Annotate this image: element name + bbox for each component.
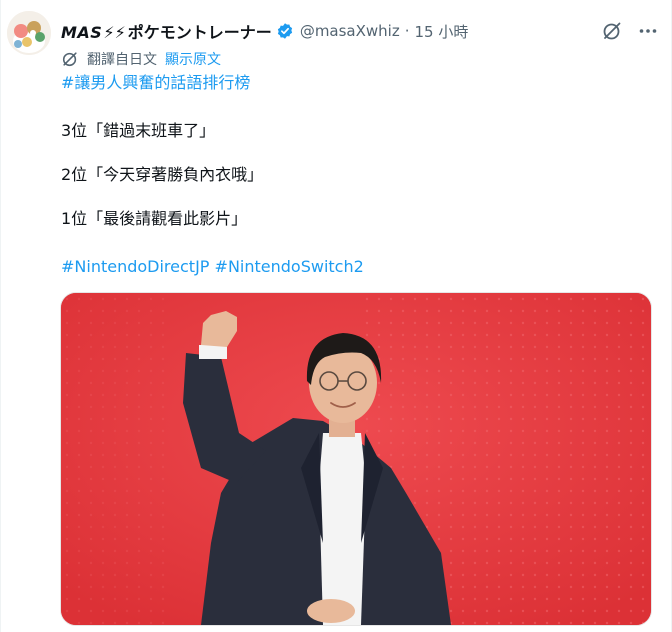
frame-left-border bbox=[0, 0, 1, 632]
hashtag-ranking[interactable]: #讓男人興奮的話語排行榜 bbox=[61, 73, 250, 92]
author-name-jp: ポケモントレーナー bbox=[127, 23, 272, 42]
verified-badge-icon[interactable] bbox=[276, 22, 294, 40]
author-display-name[interactable]: MAS⚡⚡ ポケモントレーナー bbox=[61, 19, 272, 43]
rank-3-line: 3位「錯過末班車了」 bbox=[61, 121, 216, 140]
more-icon bbox=[639, 29, 657, 33]
tweet-header: MAS⚡⚡ ポケモントレーナー @masaXwhiz · 15 小時 bbox=[61, 18, 658, 44]
show-original-link[interactable]: 顯示原文 bbox=[165, 49, 221, 69]
rank-1-line: 1位「最後請觀看此影片」 bbox=[61, 209, 248, 228]
author-name-bolts: ⚡⚡ bbox=[103, 23, 126, 42]
author-handle[interactable]: @masaXwhiz bbox=[300, 22, 400, 40]
hashtag-title-line: #讓男人興奮的話語排行榜 bbox=[61, 70, 250, 96]
tweet-media-image[interactable] bbox=[60, 292, 652, 626]
more-button[interactable] bbox=[638, 21, 658, 41]
grok-button[interactable] bbox=[602, 21, 622, 41]
grok-icon bbox=[603, 22, 621, 40]
avatar[interactable] bbox=[7, 11, 51, 55]
avatar-illustration bbox=[7, 11, 51, 55]
media-illustration bbox=[61, 293, 651, 625]
translated-from-label: 翻譯自日文 bbox=[87, 52, 157, 68]
translate-icon bbox=[62, 52, 77, 67]
author-name-latin: MAS bbox=[61, 23, 103, 42]
hashtags-line: #NintendoDirectJP #NintendoSwitch2 bbox=[61, 254, 364, 280]
hashtag-nintendo-switch-2[interactable]: #NintendoSwitch2 bbox=[215, 257, 364, 276]
translation-row: 翻譯自日文 顯示原文 bbox=[61, 48, 221, 70]
tweet-timestamp[interactable]: 15 小時 bbox=[415, 21, 469, 42]
header-separator: · bbox=[404, 22, 410, 40]
hashtag-nintendo-direct-jp[interactable]: #NintendoDirectJP bbox=[61, 257, 209, 276]
rank-2-line: 2位「今天穿著勝負內衣哦」 bbox=[61, 165, 264, 184]
